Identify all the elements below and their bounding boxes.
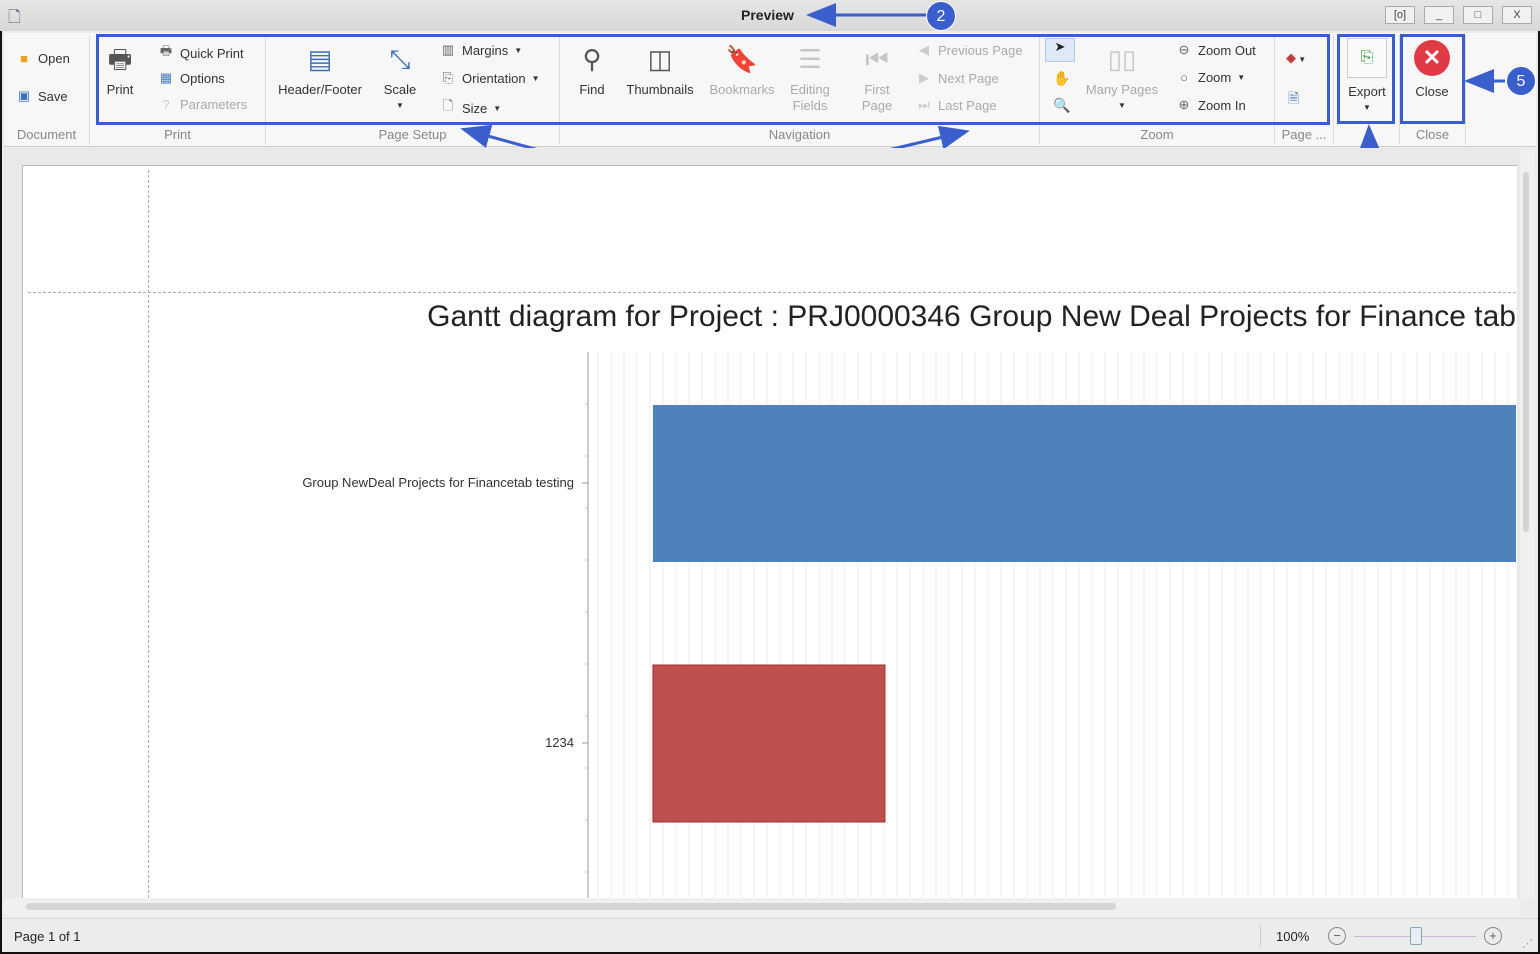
annotation-badge-2: 2 — [926, 1, 956, 31]
gantt-bar — [652, 664, 886, 823]
gantt-bar — [652, 405, 1516, 562]
annotation-badge-5: 5 — [1506, 66, 1536, 96]
gantt-chart: Group NewDeal Projects for Financetab te… — [302, 352, 1516, 898]
vertical-scroll-thumb[interactable] — [1523, 172, 1529, 532]
zoom-percent: 100% — [1276, 929, 1310, 944]
page-indicator: Page 1 of 1 — [14, 929, 81, 944]
report-title: Gantt diagram for Project : PRJ0000346 G… — [427, 300, 1516, 333]
vertical-scrollbar[interactable] — [1520, 150, 1534, 898]
horizontal-scroll-thumb[interactable] — [26, 903, 1116, 910]
category-label: 1234 — [545, 735, 574, 750]
zoom-in-slider-button[interactable]: + — [1484, 927, 1502, 945]
horizontal-scrollbar[interactable] — [4, 898, 1520, 916]
zoom-out-slider-button[interactable]: − — [1328, 927, 1346, 945]
resize-grip-icon: ⋰ — [1522, 938, 1533, 950]
zoom-slider-thumb[interactable] — [1410, 927, 1422, 945]
category-label: Group NewDeal Projects for Financetab te… — [302, 475, 574, 490]
status-bar: Page 1 of 1 100% − + ⋰ — [2, 918, 1538, 952]
margin-line-top — [28, 292, 1516, 293]
margin-line-left — [148, 170, 149, 898]
